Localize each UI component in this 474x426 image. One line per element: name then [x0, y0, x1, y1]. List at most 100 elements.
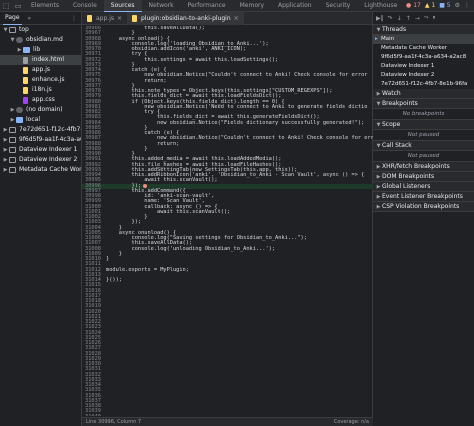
file-tree: ▼ top ▼ obsidian.md ▶ lib index.html app.js enha… [0, 25, 81, 175]
code-view[interactable]: 30966 this.saveAllData(); 30967 } 30968 as… [82, 26, 373, 416]
step-over-icon[interactable]: ↷ [388, 15, 393, 22]
section-label: DOM Breakpoints [382, 172, 435, 180]
editor-tab[interactable]: app.js × [82, 12, 127, 25]
tab-network[interactable]: Network [142, 0, 181, 12]
settings-gear-icon[interactable]: ⚙ [455, 2, 460, 9]
step-icon[interactable]: → [415, 15, 420, 22]
tree-item[interactable]: ▶ Dataview Indexer 1 [0, 145, 81, 155]
deactivate-breakpoints-icon[interactable]: ⤳ [424, 14, 429, 22]
line-number[interactable]: 31040 [82, 414, 104, 416]
threads-section-header[interactable]: ▼ Threads [373, 25, 474, 35]
collapsed-arrow-icon[interactable]: ▶ [2, 155, 9, 165]
device-toolbar-icon[interactable]: ▭ [12, 0, 24, 12]
info-count[interactable]: ■ 5 [439, 2, 450, 9]
resume-icon[interactable]: ▶‖ [376, 15, 384, 22]
collapse-icon: ▶ [376, 183, 381, 190]
tree-item[interactable]: ▶ lib [0, 45, 81, 55]
editor-tabs: app.js × plugin:obsidian-to-anki-plugin × [82, 11, 372, 25]
code-text: module.exports = MyPlugin; [106, 266, 189, 273]
tab-application[interactable]: Application [271, 0, 319, 12]
tree-item[interactable]: ▶ local [0, 115, 81, 125]
tree-item[interactable]: index.html [0, 55, 81, 65]
gutter [104, 415, 106, 417]
expanded-arrow-icon[interactable]: ▼ [9, 35, 16, 45]
inspect-icon[interactable]: ⬚ [0, 0, 12, 12]
tab-sources[interactable]: Sources [103, 0, 142, 12]
callstack-section-header[interactable]: ▼ Call Stack [373, 141, 474, 151]
collapsed-arrow-icon[interactable]: ▶ [16, 45, 23, 55]
cloud-icon [16, 107, 23, 113]
section-header[interactable]: ▶ Event Listener Breakpoints [373, 192, 474, 202]
collapsed-arrow-icon[interactable]: ▶ [2, 145, 9, 155]
tab-performance[interactable]: Performance [181, 0, 233, 12]
thread-item[interactable]: Metadata Cache Worker [373, 44, 474, 53]
js-file-icon [87, 14, 92, 22]
coverage-status: Coverage: n/a [333, 419, 369, 425]
tree-item[interactable]: app.css [0, 95, 81, 105]
collapsed-arrow-icon[interactable]: ▶ [2, 165, 9, 175]
section-header[interactable]: ▶ CSP Violation Breakpoints [373, 202, 474, 212]
editor-tab-label: app.js [96, 14, 114, 22]
collapsed-arrow-icon[interactable]: ▶ [9, 105, 16, 115]
tree-item[interactable]: enhance.js [0, 75, 81, 85]
code-line: 31040 [82, 414, 373, 417]
tab-console[interactable]: Console [66, 0, 104, 12]
tree-item[interactable]: ▼ obsidian.md [0, 35, 81, 45]
thread-item[interactable]: Dataview Indexer 2 [373, 71, 474, 80]
section-header[interactable]: ▶ XHR/fetch Breakpoints [373, 162, 474, 172]
source-editor: app.js × plugin:obsidian-to-anki-plugin × 3… [82, 11, 373, 426]
navigator-menu-icon[interactable]: ⋮ [71, 15, 81, 22]
collapse-icon: ▶ [376, 163, 381, 170]
thread-item[interactable]: Dataview Indexer 1 [373, 62, 474, 71]
tree-item[interactable]: ▶ 9f6d5f9-aa1f-4c3a-a634 [0, 135, 81, 145]
step-out-icon[interactable]: ↑ [406, 15, 411, 22]
code-text: }()); [106, 277, 122, 283]
tree-item[interactable]: ▶ Metadata Cache Worker [0, 165, 81, 175]
tab-lighthouse[interactable]: Lighthouse [357, 0, 404, 12]
tree-item[interactable]: app.js [0, 65, 81, 75]
tree-item-label: app.css [32, 96, 55, 103]
tree-item[interactable]: ▼ top [0, 25, 81, 35]
breakpoints-empty: No breakpoints [373, 109, 474, 120]
thread-item[interactable]: ▸ Main [373, 35, 474, 44]
tree-item-label: 9f6d5f9-aa1f-4c3a-a634 [19, 136, 81, 143]
tree-item[interactable]: ▶ (no domain) [0, 105, 81, 115]
collapsed-arrow-icon[interactable]: ▶ [2, 125, 9, 135]
close-icon[interactable]: × [234, 12, 239, 25]
navigator-more-icon[interactable]: » [28, 15, 32, 22]
section-header[interactable]: ▶ Global Listeners [373, 182, 474, 192]
cloud-icon [16, 37, 23, 43]
breakpoints-section-header[interactable]: ▼ Breakpoints [373, 99, 474, 109]
tab-security[interactable]: Security [319, 0, 358, 12]
section-header[interactable]: ▶ DOM Breakpoints [373, 172, 474, 182]
collapsed-arrow-icon[interactable]: ▶ [9, 115, 16, 125]
error-marker-icon[interactable] [143, 183, 148, 188]
watch-section-header[interactable]: ▶ Watch [373, 89, 474, 99]
expanded-arrow-icon[interactable]: ▼ [2, 25, 9, 35]
breakpoint-sections: ▶ XHR/fetch Breakpoints ▶ DOM Breakpoints ▶ G… [373, 162, 474, 212]
section-label: XHR/fetch Breakpoints [382, 162, 450, 170]
tree-item[interactable]: ▶ Dataview Indexer 2 [0, 155, 81, 165]
tree-item-label: index.html [32, 56, 64, 63]
collapse-icon: ▶ [376, 173, 381, 180]
more-options-icon[interactable]: ⋮ [464, 2, 470, 9]
navigator-tab-page[interactable]: Page [3, 12, 22, 25]
step-into-icon[interactable]: ↓ [397, 15, 402, 22]
tree-item[interactable]: ▶ 7e72d651-f12c-4fb7-8e1b [0, 125, 81, 135]
scope-section-header[interactable]: ▼ Scope [373, 120, 474, 130]
js-icon [23, 66, 28, 74]
editor-tab[interactable]: plugin:obsidian-to-anki-plugin × [127, 11, 244, 25]
tree-item-label: local [26, 116, 40, 123]
tree-item[interactable]: i18n.js [0, 85, 81, 95]
threads-list: ▸ Main Metadata Cache Worker 9f6d5f9-aa1f-4… [373, 35, 474, 89]
thread-item[interactable]: 9f6d5f9-aa1f-4c3a-a634-a2ac8 [373, 53, 474, 62]
navigator-tabs: Page » ⋮ [0, 12, 81, 25]
pause-on-exceptions-icon[interactable]: ⏸ [433, 14, 436, 22]
close-icon[interactable]: × [117, 12, 122, 25]
section-label: CSP Violation Breakpoints [382, 202, 460, 210]
tab-memory[interactable]: Memory [233, 0, 271, 12]
tab-elements[interactable]: Elements [24, 0, 66, 12]
error-count[interactable]: ● 17 [406, 2, 421, 9]
warning-count[interactable]: ▲ 1 [425, 2, 435, 9]
collapsed-arrow-icon[interactable]: ▶ [2, 135, 9, 145]
